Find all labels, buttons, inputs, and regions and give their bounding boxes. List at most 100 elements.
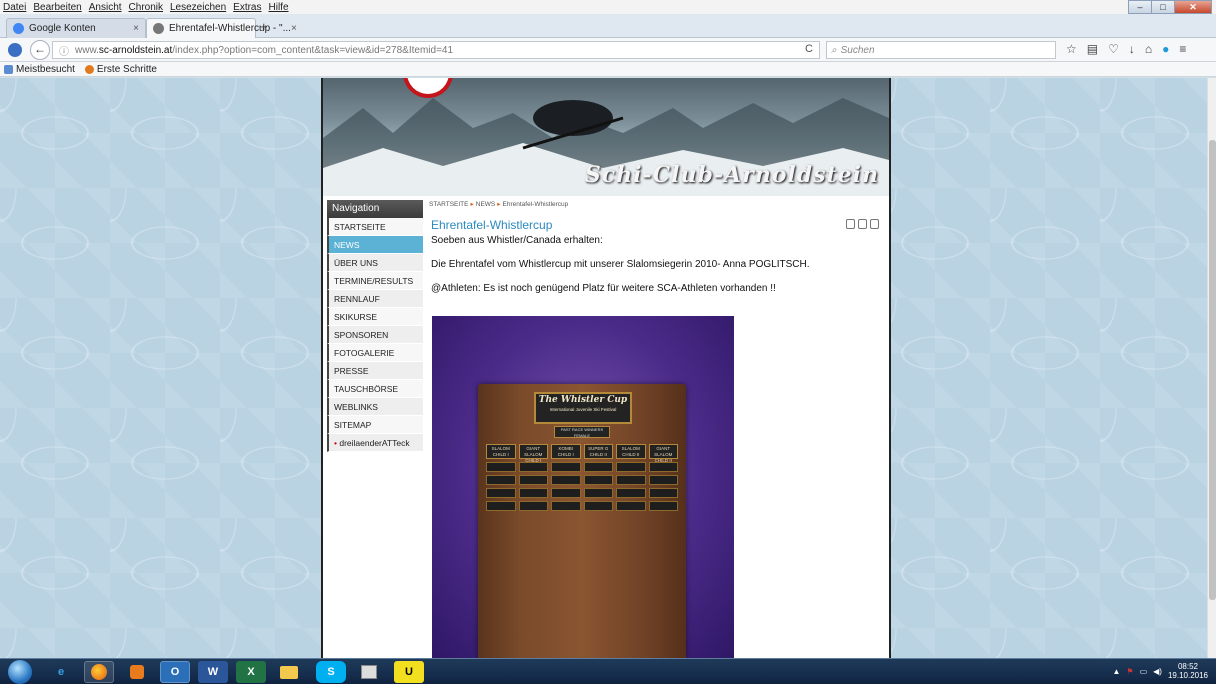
article: Ehrentafel-Whistlercup Soeben aus Whistl… <box>431 218 883 294</box>
info-icon[interactable]: ⓘ <box>59 43 69 58</box>
print-icon[interactable] <box>858 219 867 229</box>
winner-plate <box>518 475 548 485</box>
sync-icon[interactable]: ● <box>1162 42 1169 56</box>
tab-google-konten[interactable]: Google Konten × <box>6 18 146 38</box>
vertical-scrollbar[interactable] <box>1207 78 1216 658</box>
nav-startseite[interactable]: STARTSEITE <box>327 218 423 236</box>
window-close-button[interactable]: ✕ <box>1174 0 1212 14</box>
menu-hilfe[interactable]: Hilfe <box>266 2 293 13</box>
image-tool-icon[interactable] <box>354 661 384 683</box>
taskbar: e O W X S U ▲ ⚑ ▭ ◀) 08:52 19.10.2016 <box>0 658 1216 684</box>
tab-close-icon[interactable]: × <box>291 23 297 34</box>
url-bar[interactable]: ⓘ www. sc-arnoldstein.at/index.php?option… <box>52 41 820 59</box>
firefox-taskbar-icon[interactable] <box>84 661 114 683</box>
clock[interactable]: 08:52 19.10.2016 <box>1168 662 1208 680</box>
nav-sitemap[interactable]: SITEMAP <box>327 416 423 434</box>
winner-plate <box>583 462 613 472</box>
nav-dreilaenderatteck[interactable]: dreilaenderATTeck <box>327 434 423 452</box>
tab-close-icon[interactable]: × <box>133 23 139 34</box>
plaque-column: SLALOM CHILD I <box>486 444 516 511</box>
download-icon[interactable]: ↓ <box>1129 42 1135 56</box>
menu-icon[interactable]: ≡ <box>1179 42 1186 56</box>
winner-plate <box>616 462 646 472</box>
system-tray: ▲ ⚑ ▭ ◀) 08:52 19.10.2016 <box>1112 662 1208 680</box>
tab-ehrentafel[interactable]: Ehrentafel-Whistlercup - "... × <box>146 18 297 38</box>
minimize-button[interactable]: – <box>1128 0 1152 14</box>
nav-skikurse[interactable]: SKIKURSE <box>327 308 423 326</box>
back-button[interactable]: ← <box>30 40 50 60</box>
nav-weblinks[interactable]: WEBLINKS <box>327 398 423 416</box>
bookmark-erste-schritte[interactable]: Erste Schritte <box>84 64 157 75</box>
network-icon[interactable]: ▭ <box>1140 667 1148 676</box>
menu-bearbeiten[interactable]: Bearbeiten <box>30 2 85 13</box>
menu-ansicht[interactable]: Ansicht <box>86 2 126 13</box>
column-head: KOMBI CHILD I <box>551 444 581 459</box>
start-button[interactable] <box>8 660 32 684</box>
maximize-button[interactable]: □ <box>1151 0 1175 14</box>
bookmark-star-icon[interactable]: ☆ <box>1066 42 1077 56</box>
clock-date: 19.10.2016 <box>1167 671 1208 680</box>
winner-plate <box>486 462 516 472</box>
trophy-photo: The Whistler Cup International Juvenile … <box>432 316 734 658</box>
plaque-title: The Whistler Cup <box>538 395 628 405</box>
google-icon <box>13 23 24 34</box>
reload-icon[interactable]: C <box>805 43 813 55</box>
pdf-icon[interactable] <box>846 219 855 229</box>
nav-bar: ← ⓘ www. sc-arnoldstein.at/index.php?opti… <box>0 38 1216 62</box>
pocket-icon[interactable]: ♡ <box>1108 42 1119 56</box>
media-player-icon[interactable] <box>122 661 152 683</box>
winner-plate <box>648 475 678 485</box>
bookmark-meistbesucht[interactable]: Meistbesucht <box>4 64 75 75</box>
nav-sponsoren[interactable]: SPONSOREN <box>327 326 423 344</box>
menu-chronik[interactable]: Chronik <box>126 2 167 13</box>
nav-tauschboerse[interactable]: TAUSCHBÖRSE <box>327 380 423 398</box>
word-icon[interactable]: W <box>198 661 228 683</box>
search-input[interactable]: ⌕ Suchen <box>826 41 1056 59</box>
utility-icon[interactable]: U <box>394 661 424 683</box>
nav-rennlauf[interactable]: RENNLAUF <box>327 290 423 308</box>
search-placeholder: Suchen <box>840 44 875 56</box>
winner-plate <box>583 501 613 511</box>
explorer-folder-icon[interactable] <box>274 661 304 683</box>
skype-icon[interactable]: S <box>316 661 346 683</box>
toolbar-icons: ☆ ▤ ♡ ↓ ⌂ ● ≡ <box>1066 42 1186 56</box>
column-head: SUPER G CHILD II <box>583 444 613 459</box>
scrollbar-thumb[interactable] <box>1209 140 1216 600</box>
article-tools <box>846 219 879 229</box>
firefox-icon <box>84 64 94 74</box>
nav-news[interactable]: NEWS <box>327 236 423 254</box>
site-navigation: Navigation STARTSEITE NEWS ÜBER UNS TERM… <box>327 200 423 452</box>
url-path: /index.php?option=com_content&task=view&… <box>172 44 454 56</box>
new-tab-button[interactable]: + <box>260 19 268 34</box>
nav-termine-results[interactable]: TERMINE/RESULTS <box>327 272 423 290</box>
tab-label: Google Konten <box>29 23 96 34</box>
show-hidden-icons-icon[interactable]: ▲ <box>1112 667 1120 676</box>
email-icon[interactable] <box>870 219 879 229</box>
menu-extras[interactable]: Extras <box>230 2 265 13</box>
nav-ueber-uns[interactable]: ÜBER UNS <box>327 254 423 272</box>
volume-icon[interactable]: ◀) <box>1153 667 1162 676</box>
plaque: The Whistler Cup International Juvenile … <box>478 384 686 658</box>
action-center-flag-icon[interactable]: ⚑ <box>1126 667 1133 676</box>
outlook-icon[interactable]: O <box>160 661 190 683</box>
url-prefix: www. <box>75 44 99 56</box>
home-icon[interactable]: ⌂ <box>1145 42 1152 56</box>
nav-fotogalerie[interactable]: FOTOGALERIE <box>327 344 423 362</box>
article-intro: Soeben aus Whistler/Canada erhalten: <box>431 235 603 246</box>
menu-lesezeichen[interactable]: Lesezeichen <box>167 2 230 13</box>
winner-plate <box>551 462 581 472</box>
snowflake-icon <box>153 23 164 34</box>
article-title[interactable]: Ehrentafel-Whistlercup <box>431 218 883 232</box>
internet-explorer-icon[interactable]: e <box>46 661 76 683</box>
banner-title: Schi-Club-Arnoldstein <box>584 162 879 188</box>
firefox-icon <box>8 43 22 57</box>
reading-list-icon[interactable]: ▤ <box>1087 42 1098 56</box>
breadcrumb-startseite[interactable]: STARTSEITE <box>429 201 469 208</box>
plaque-column: SUPER G CHILD II <box>583 444 613 511</box>
menu-datei[interactable]: Datei <box>0 2 30 13</box>
excel-icon[interactable]: X <box>236 661 266 683</box>
winner-plate <box>551 501 581 511</box>
nav-presse[interactable]: PRESSE <box>327 362 423 380</box>
plaque-columns: SLALOM CHILD I GIANT SLALOM CHILD I KOMB… <box>486 444 678 511</box>
breadcrumb-news[interactable]: NEWS <box>476 201 496 208</box>
